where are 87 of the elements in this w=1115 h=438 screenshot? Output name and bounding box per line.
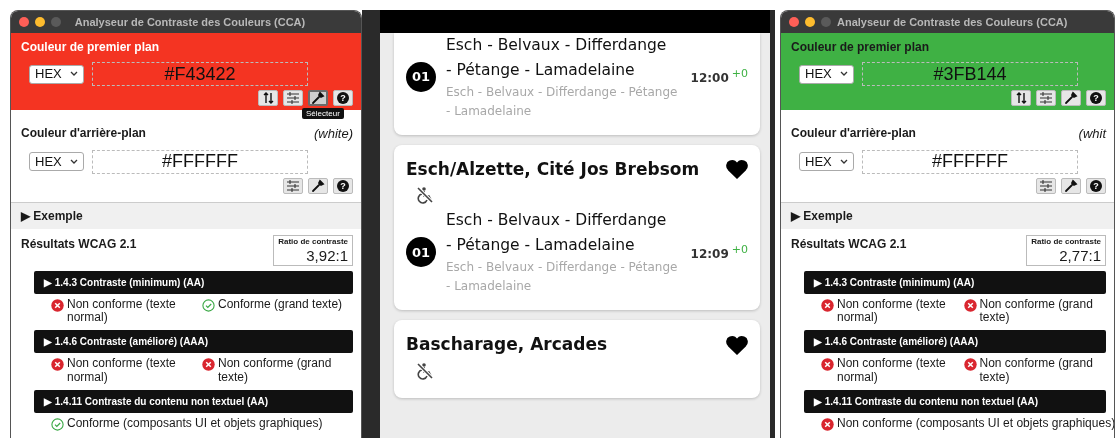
color-name: (white) <box>314 125 353 143</box>
adjust-button[interactable] <box>283 90 303 106</box>
result-text: Conforme (composants UI et objets graphiques) <box>67 416 323 431</box>
criterion-header[interactable]: ▶ 1.4.3 Contraste (minimum) (AA) <box>34 270 353 294</box>
swap-button[interactable] <box>258 90 278 106</box>
tooltip: Sélecteur <box>302 108 344 119</box>
criterion-header[interactable]: ▶ 1.4.3 Contraste (minimum) (AA) <box>804 270 1106 294</box>
criterion-header[interactable]: ▶ 1.4.11 Contraste du contenu non textuel (AA) <box>804 389 1106 413</box>
result-text: Non conforme (texte normal) <box>837 297 947 326</box>
result-text: Conforme (grand texte) <box>218 297 343 312</box>
help-icon: ? <box>1090 179 1102 192</box>
sliders-icon <box>286 178 300 193</box>
chevron-down-icon <box>70 71 78 77</box>
color-name: (whit <box>1078 125 1106 143</box>
format-select[interactable]: HEX <box>799 64 854 84</box>
line-badge: 01 <box>406 237 436 268</box>
results-title: Résultats WCAG 2.1 <box>791 235 907 253</box>
eyedropper-icon <box>311 91 325 105</box>
stop-name: Esch/Alzette, Cité Jos Brebsom <box>406 157 700 181</box>
foreground-label: Couleur de premier plan <box>791 39 931 56</box>
chevron-down-icon <box>70 158 78 165</box>
hex-input-field[interactable]: #F43422 <box>92 62 308 86</box>
picker-button[interactable] <box>308 90 328 106</box>
eyedropper-icon <box>1064 178 1078 193</box>
picker-button[interactable] <box>1061 90 1081 106</box>
example-toggle[interactable]: ▶ Exemple <box>781 201 1114 229</box>
criterion-header[interactable]: ▶ 1.4.11 Contraste du contenu non textuel (AA) <box>34 389 353 413</box>
result-text: Non conforme (composants UI et objets graphiques) <box>837 416 1114 431</box>
minimize-button[interactable] <box>35 17 45 27</box>
route-stops: Esch - Belvaux - Differdange - Pétange - Lamadelaine <box>446 259 679 296</box>
help-button[interactable]: ? <box>333 90 353 106</box>
adjust-button[interactable] <box>283 177 303 194</box>
result-text: Non conforme (grand texte) <box>979 297 1094 326</box>
adjust-button[interactable] <box>1036 90 1056 106</box>
help-button[interactable]: ? <box>1086 90 1106 106</box>
format-select[interactable]: HEX <box>29 64 84 84</box>
adjust-button[interactable] <box>1036 177 1056 194</box>
eyedropper-icon <box>311 178 325 193</box>
background-label: Couleur d'arrière-plan <box>791 125 916 142</box>
route-title: Esch - Belvaux - Differdange - Pétange - Lamadelaine <box>446 35 668 81</box>
chevron-down-icon <box>840 158 848 165</box>
ratio-label: Ratio de contraste <box>278 236 348 247</box>
result-text: Non conforme (grand texte) <box>979 357 1094 385</box>
result-text: Non conforme (texte normal) <box>67 297 177 326</box>
line-badge: 01 <box>406 62 436 92</box>
window-title: Analyseur de Contraste des Couleurs (CCA) <box>837 14 1068 30</box>
ratio-value: 2,77:1 <box>1058 246 1101 264</box>
swap-button[interactable] <box>1011 90 1031 106</box>
help-button[interactable]: ? <box>333 177 353 194</box>
help-button[interactable]: ? <box>1086 177 1106 194</box>
picker-button[interactable] <box>308 177 328 194</box>
minimize-button[interactable] <box>805 17 815 27</box>
swap-arrows-icon <box>262 91 274 105</box>
help-icon: ? <box>337 179 349 192</box>
swap-arrows-icon <box>1015 91 1027 105</box>
help-icon: ? <box>1090 92 1102 104</box>
sliders-icon <box>286 91 300 105</box>
ratio-value: 3,92:1 <box>305 246 348 264</box>
criterion-header[interactable]: ▶ 1.4.6 Contraste (amélioré) (AAA) <box>804 330 1106 354</box>
result-text: Non conforme (texte normal) <box>67 357 177 385</box>
result-text: Non conforme (grand texte) <box>218 357 333 385</box>
results-title: Résultats WCAG 2.1 <box>21 235 137 253</box>
chevron-down-icon <box>840 71 848 77</box>
close-button[interactable] <box>789 17 799 27</box>
stop-name: Bascharage, Arcades <box>406 333 608 357</box>
hex-input-field[interactable]: #FFFFFF <box>92 149 308 174</box>
format-select[interactable]: HEX <box>799 152 854 171</box>
window-title: Analyseur de Contraste des Couleurs (CCA) <box>73 14 307 30</box>
delay: +0 <box>731 242 748 256</box>
eyedropper-icon <box>1064 91 1078 105</box>
picker-button[interactable] <box>1061 177 1081 194</box>
example-toggle[interactable]: ▶ Exemple <box>11 201 361 229</box>
route-stops: Esch - Belvaux - Differdange - Pétange - Lamadelaine <box>446 83 679 120</box>
result-text: Non conforme (texte normal) <box>837 357 947 385</box>
close-button[interactable] <box>19 17 29 27</box>
background-label: Couleur d'arrière-plan <box>21 125 146 142</box>
format-select[interactable]: HEX <box>29 152 84 171</box>
hex-input-field[interactable]: #FFFFFF <box>862 149 1078 174</box>
sliders-icon <box>1039 178 1053 193</box>
delay: +0 <box>731 67 748 81</box>
route-title: Esch - Belvaux - Differdange - Pétange - Lamadelaine <box>446 210 668 257</box>
criterion-header[interactable]: ▶ 1.4.6 Contraste (amélioré) (AAA) <box>34 330 353 354</box>
sliders-icon <box>1039 91 1053 105</box>
ratio-label: Ratio de contraste <box>1031 236 1101 247</box>
hex-input-field[interactable]: #3FB144 <box>862 62 1078 86</box>
help-icon: ? <box>337 92 349 104</box>
foreground-label: Couleur de premier plan <box>21 39 161 56</box>
